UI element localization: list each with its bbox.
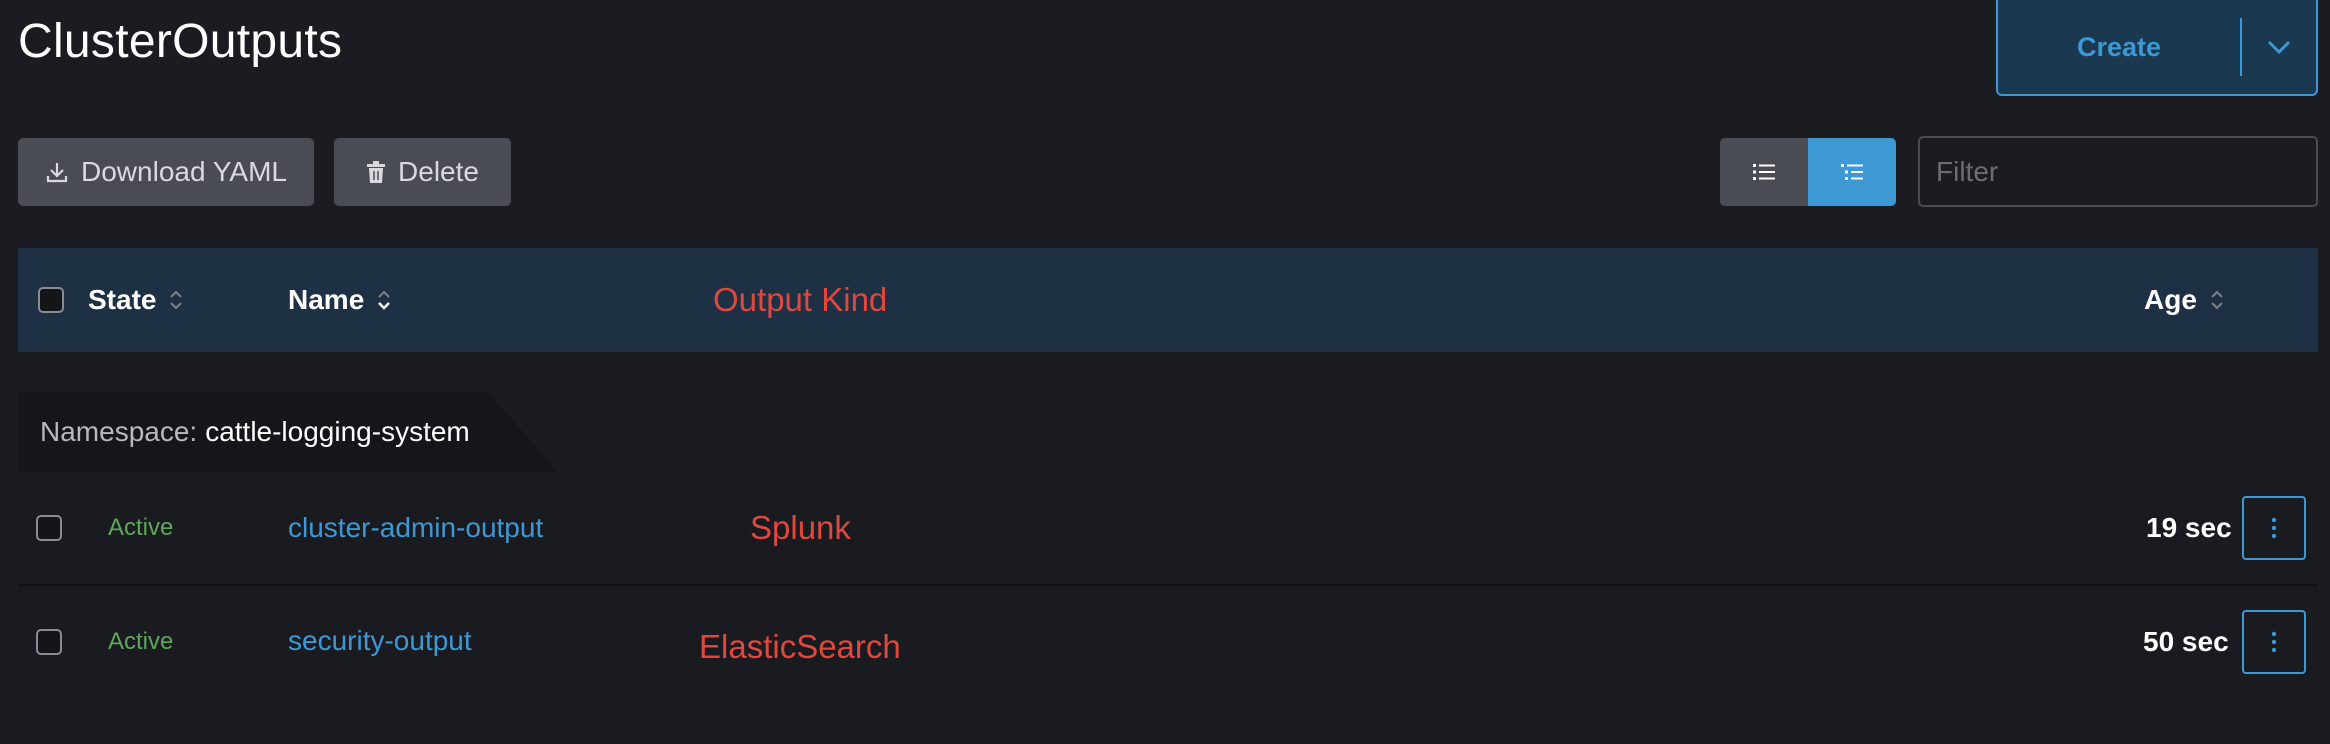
row-select-cell (36, 586, 62, 698)
output-kind-value: ElasticSearch (699, 628, 901, 665)
sort-icon (170, 290, 183, 310)
state-badge: Active (108, 514, 174, 541)
delete-button[interactable]: Delete (334, 138, 511, 206)
state-badge: Active (108, 628, 174, 655)
namespace-label: Namespace: (40, 416, 198, 447)
kebab-menu-icon (2271, 631, 2277, 653)
sort-icon (2211, 290, 2223, 310)
table-body: Active cluster-admin-output Splunk 19 se… (18, 472, 2318, 698)
delete-label: Delete (398, 156, 479, 187)
column-name-label: Name (288, 284, 365, 315)
filter-input[interactable] (1918, 136, 2318, 207)
row-checkbox[interactable] (36, 515, 62, 541)
age-value: 50 sec (2143, 626, 2229, 657)
create-dropdown-toggle[interactable] (2242, 0, 2316, 94)
sort-descending-icon (378, 290, 391, 310)
flat-list-view-button[interactable] (1720, 138, 1808, 206)
list-icon (1753, 164, 1775, 180)
resource-name-link[interactable]: security-output (288, 586, 472, 698)
namespace-value: cattle-logging-system (205, 416, 470, 447)
table-row: Active security-output ElasticSearch 50 … (18, 586, 2318, 698)
row-select-cell (36, 472, 62, 584)
page: ClusterOutputs Create Download YAML Dele… (0, 0, 2330, 744)
kebab-menu-icon (2271, 517, 2277, 539)
row-actions-button[interactable] (2242, 496, 2306, 560)
table-header: State Name Output Kind Age (18, 248, 2318, 352)
row-checkbox[interactable] (36, 629, 62, 655)
page-title: ClusterOutputs (18, 15, 343, 68)
trash-icon (367, 161, 386, 183)
select-all-checkbox[interactable] (38, 287, 64, 313)
chevron-down-icon (2267, 40, 2291, 55)
row-actions-button[interactable] (2242, 610, 2306, 674)
select-all-cell (38, 248, 64, 352)
namespace-group-tab: Namespace: cattle-logging-system (18, 392, 558, 472)
column-output-kind: Output Kind (713, 248, 887, 352)
column-state-label: State (88, 284, 157, 315)
table-row: Active cluster-admin-output Splunk 19 se… (18, 472, 2318, 586)
grouped-list-icon (1841, 164, 1863, 180)
download-icon (46, 163, 68, 183)
view-toggle (1720, 138, 1896, 206)
resource-name-link[interactable]: cluster-admin-output (288, 472, 543, 584)
download-yaml-label: Download YAML (81, 156, 287, 187)
grouped-view-button[interactable] (1808, 138, 1896, 206)
create-button[interactable]: Create (1998, 0, 2240, 94)
age-value: 19 sec (2146, 512, 2232, 543)
column-age[interactable]: Age (2144, 248, 2225, 352)
column-state[interactable]: State (88, 248, 184, 352)
column-age-label: Age (2144, 284, 2197, 315)
download-yaml-button[interactable]: Download YAML (18, 138, 314, 206)
column-name[interactable]: Name (288, 248, 392, 352)
column-output-kind-label: Output Kind (713, 281, 888, 318)
create-split-button: Create (1996, 0, 2318, 96)
output-kind-value: Splunk (750, 509, 851, 546)
